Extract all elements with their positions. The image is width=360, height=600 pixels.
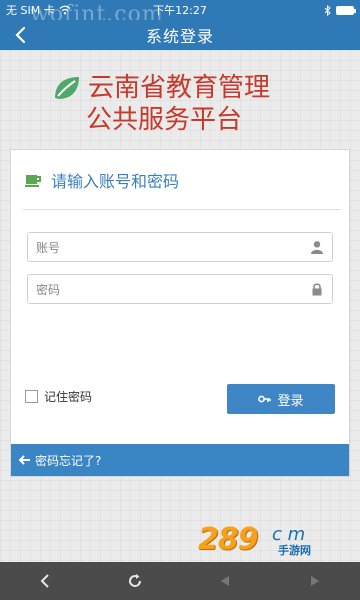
main-content: 云南省教育管理 公共服务平台 请输入账号和密码 账号 密码 记住密码 登录 密码…: [0, 50, 360, 562]
remember-label: 记住密码: [44, 390, 93, 404]
remember-password[interactable]: 记住密码: [25, 388, 92, 405]
nav-bar: 系统登录: [0, 20, 360, 50]
lock-icon: [312, 283, 322, 296]
triangle-left-icon: [221, 576, 229, 586]
user-icon: [311, 241, 323, 254]
carrier-text: 无 SIM 卡: [6, 4, 55, 17]
account-placeholder: 账号: [36, 240, 61, 255]
site-logo-number: 289: [198, 522, 259, 557]
remember-checkbox[interactable]: [25, 390, 38, 403]
back-button[interactable]: [8, 23, 32, 47]
password-placeholder: 密码: [36, 282, 61, 297]
wifi-icon: [59, 5, 71, 15]
brand-line-2: 公共服务平台: [86, 105, 243, 135]
site-logo-suffix: c m: [272, 524, 306, 545]
chevron-left-icon: [15, 26, 26, 44]
leaf-icon: [55, 77, 79, 99]
reload-button[interactable]: [117, 563, 153, 599]
account-field[interactable]: 账号: [27, 232, 333, 262]
reload-icon: [129, 574, 142, 587]
triangle-right-icon: [311, 576, 319, 586]
brand-line-1: 云南省教育管理: [52, 72, 270, 104]
brand-title: 云南省教育管理 公共服务平台: [52, 72, 270, 136]
key-icon: [258, 395, 272, 403]
toolbar-back-button[interactable]: [27, 563, 63, 599]
brand-line-1-text: 云南省教育管理: [88, 73, 271, 103]
login-heading: 请输入账号和密码: [11, 150, 349, 210]
battery-fill: [337, 6, 353, 14]
arrow-left-icon: [19, 455, 30, 465]
status-right: [324, 4, 356, 16]
forgot-password-link[interactable]: 密码忘记了?: [11, 444, 349, 476]
bluetooth-icon: [324, 4, 331, 16]
status-bar: 无 SIM 卡 下午12:27: [0, 0, 360, 20]
status-left: 无 SIM 卡: [6, 2, 71, 18]
login-button-label: 登录: [277, 393, 304, 409]
browser-toolbar: [0, 562, 360, 600]
login-card: 请输入账号和密码 账号 密码 记住密码 登录 密码忘记了?: [10, 149, 350, 477]
login-button[interactable]: 登录: [227, 384, 335, 414]
next-button[interactable]: [297, 563, 333, 599]
forgot-password-text: 密码忘记了?: [35, 453, 102, 468]
login-heading-text: 请输入账号和密码: [51, 172, 180, 191]
prev-button[interactable]: [207, 563, 243, 599]
chevron-left-icon: [40, 574, 49, 588]
password-field[interactable]: 密码: [27, 274, 333, 304]
site-logo-subtitle: 手游网: [278, 544, 311, 557]
site-logo: 289 c m 手游网: [198, 522, 348, 558]
battery-icon: [336, 5, 356, 15]
page-title: 系统登录: [145, 27, 214, 46]
cup-icon: [25, 175, 41, 187]
